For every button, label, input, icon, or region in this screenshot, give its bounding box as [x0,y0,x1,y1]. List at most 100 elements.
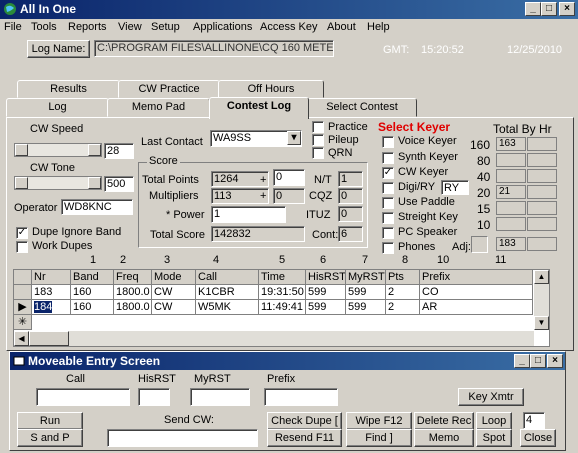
scroll-left-icon[interactable]: ◀ [14,331,29,346]
cw-speed-slider[interactable] [14,143,102,157]
prefix-input[interactable] [264,388,338,406]
scroll-up-icon[interactable]: ▲ [534,270,549,284]
table-cell[interactable]: CW [152,300,196,315]
grid-header[interactable]: Time [259,270,306,285]
table-cell[interactable]: 2 [386,300,420,315]
grid-header[interactable]: MyRST [346,270,386,285]
menu-view[interactable]: View [118,21,142,33]
call-input[interactable] [36,388,130,406]
practice-checkbox[interactable] [312,121,324,133]
table-cell[interactable]: 19:31:50 [259,285,306,300]
menu-access-key[interactable]: Access Key [260,21,317,33]
menu-about[interactable]: About [327,21,356,33]
maximize-button[interactable]: □ [541,2,557,16]
points-plus-input[interactable]: 0 [273,169,305,186]
tab-contest-log[interactable]: Contest Log [209,97,309,119]
grid-header[interactable]: HisRST [306,270,346,285]
pc-speaker-checkbox[interactable] [382,227,394,239]
table-cell[interactable]: 183 [32,285,71,300]
run-button[interactable]: Run [17,412,83,430]
close-window-button[interactable]: × [559,2,575,16]
qrn-checkbox[interactable] [312,147,324,159]
table-cell[interactable]: 1800.0 [114,285,152,300]
table-cell[interactable]: K1CBR [196,285,259,300]
loop-count-input[interactable]: 4 [523,412,545,429]
scroll-down-icon[interactable]: ▼ [534,316,549,330]
work-dupes-checkbox[interactable] [16,241,28,253]
hisrst-input[interactable] [138,388,170,406]
tab-select-contest[interactable]: Select Contest [307,98,417,117]
tab-memo-pad[interactable]: Memo Pad [107,98,210,117]
grid-header[interactable]: Pts [386,270,420,285]
row-selector[interactable] [14,285,32,300]
table-cell[interactable]: CW [152,285,196,300]
current-row-arrow-icon[interactable]: ▶ [14,300,32,315]
cw-speed-input[interactable]: 28 [104,143,134,159]
table-cell[interactable]: 599 [346,285,386,300]
pileup-checkbox[interactable] [312,134,324,146]
menu-tools[interactable]: Tools [31,21,57,33]
entry-maximize-button[interactable]: □ [530,354,546,368]
grid-header[interactable]: Call [196,270,259,285]
table-cell[interactable]: 2 [386,285,420,300]
s-and-p-button[interactable]: S and P [17,429,83,447]
table-cell[interactable]: 184 [32,300,71,315]
log-name-button[interactable]: Log Name: [27,40,90,58]
table-cell[interactable]: 599 [306,285,346,300]
delete-rec-button[interactable]: Delete Rec [414,412,474,430]
grid-header[interactable]: Nr [32,270,71,285]
cw-keyer-checkbox[interactable]: ✓ [382,167,394,179]
phones-checkbox[interactable] [382,242,394,254]
vertical-scrollbar[interactable]: ▲ ▼ [534,270,549,330]
table-cell[interactable]: W5MK [196,300,259,315]
chevron-down-icon[interactable]: ▾ [287,131,301,145]
last-contact-select[interactable]: WA9SS ▾ [210,130,302,147]
close-button[interactable]: Close [520,429,556,447]
table-cell[interactable]: 599 [306,300,346,315]
scroll-thumb[interactable] [29,331,69,346]
find-button[interactable]: Find ] [346,429,412,447]
table-cell[interactable]: 1800.0 [114,300,152,315]
tab-results[interactable]: Results [17,80,120,98]
tab-off-hours[interactable]: Off Hours [218,80,324,98]
digi-ry-checkbox[interactable] [382,182,394,194]
table-cell[interactable]: CO [420,285,533,300]
check-dupe-button[interactable]: Check Dupe [ [267,412,342,430]
entry-minimize-button[interactable]: _ [514,354,530,368]
menu-setup[interactable]: Setup [151,21,180,33]
minimize-button[interactable]: _ [525,2,541,16]
spot-button[interactable]: Spot [476,429,512,447]
horizontal-scrollbar[interactable]: ◀ [14,331,534,346]
dupe-ignore-checkbox[interactable]: ✓ [16,227,28,239]
menu-file[interactable]: File [4,21,22,33]
tab-log[interactable]: Log [6,98,109,117]
send-cw-input[interactable] [107,429,258,447]
resend-button[interactable]: Resend F11 [267,429,342,447]
myrst-input[interactable] [190,388,250,406]
streight-key-checkbox[interactable] [382,212,394,224]
cw-tone-input[interactable]: 500 [104,176,134,192]
tab-cw-practice[interactable]: CW Practice [118,80,220,98]
table-cell[interactable]: 11:49:41 [259,300,306,315]
power-input[interactable]: 1 [211,206,286,223]
use-paddle-checkbox[interactable] [382,197,394,209]
adj-control[interactable] [471,236,488,253]
table-cell[interactable]: 160 [71,300,114,315]
grid-header[interactable]: Mode [152,270,196,285]
table-cell[interactable]: AR [420,300,533,315]
memo-button[interactable]: Memo [414,429,474,447]
loop-button[interactable]: Loop [476,412,512,430]
synth-keyer-checkbox[interactable] [382,152,394,164]
table-cell[interactable]: 160 [71,285,114,300]
menu-reports[interactable]: Reports [68,21,107,33]
menu-applications[interactable]: Applications [193,21,252,33]
digi-ry-input[interactable]: RY [441,180,469,195]
table-cell[interactable]: 599 [346,300,386,315]
grid-header[interactable]: Prefix [420,270,533,285]
new-row-asterisk-icon[interactable]: ✳ [14,315,32,330]
voice-keyer-checkbox[interactable] [382,136,394,148]
entry-close-button[interactable]: × [547,354,563,368]
menu-help[interactable]: Help [367,21,390,33]
cw-tone-slider[interactable] [14,176,102,190]
operator-input[interactable]: WD8KNC [61,199,133,215]
